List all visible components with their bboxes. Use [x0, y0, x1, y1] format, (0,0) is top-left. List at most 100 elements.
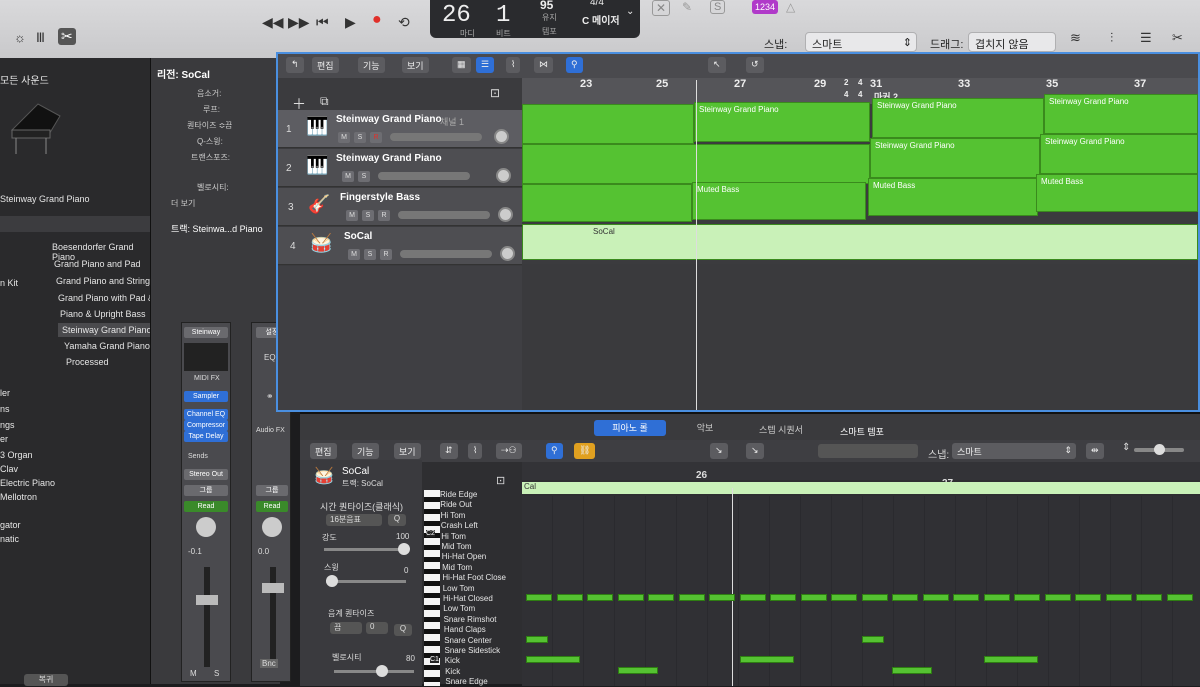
category-item[interactable]: Electric Piano — [0, 478, 55, 488]
library-item[interactable]: Piano & Upright Bass — [60, 309, 160, 319]
region-view-icon[interactable]: ⊡ — [490, 86, 500, 100]
track-header-1[interactable]: 1 🎹 Steinway Grand Piano 채널 1 M S R — [278, 110, 522, 148]
forward-icon[interactable]: ▶▶ — [288, 14, 310, 31]
zoom-thumb[interactable] — [1154, 444, 1165, 455]
midi-region[interactable] — [522, 104, 694, 144]
edit-menu[interactable]: 편집 — [310, 443, 337, 459]
track-name[interactable]: Fingerstyle Bass — [340, 192, 420, 203]
snap-select[interactable]: 스마트 ⇕ — [805, 32, 917, 52]
midi-region[interactable]: Muted Bass — [868, 178, 1038, 216]
function-menu[interactable]: 기능 — [358, 57, 385, 73]
record-enable-button[interactable]: R — [370, 132, 382, 143]
back-icon[interactable]: ↰ — [286, 57, 304, 73]
volume-fader[interactable] — [196, 595, 218, 605]
solo-button[interactable]: S — [214, 669, 219, 678]
swing-slider[interactable] — [326, 580, 406, 583]
editor-ruler[interactable]: 26 27 — [522, 462, 1200, 489]
play-icon[interactable]: ▶ — [345, 14, 356, 31]
quantize-select[interactable]: 16분음표 — [326, 514, 382, 526]
category-item[interactable]: ns — [0, 404, 10, 414]
scissors-icon[interactable]: ✂ — [58, 28, 76, 45]
library-item[interactable]: Grand Piano and Pad — [54, 259, 154, 269]
library-header[interactable]: 모든 사운드 — [0, 72, 49, 87]
category-item[interactable]: ngs — [0, 420, 15, 430]
midi-note[interactable] — [556, 594, 583, 601]
track-title[interactable]: 트랙: Steinwa...d Piano — [171, 222, 263, 235]
group-slot[interactable]: 그룹 — [256, 485, 288, 496]
midi-note[interactable] — [953, 594, 979, 601]
more-label[interactable]: 더 보기 — [171, 198, 195, 209]
midi-note[interactable] — [800, 594, 827, 601]
midi-note[interactable] — [861, 635, 884, 643]
view-menu[interactable]: 보기 — [402, 57, 429, 73]
drum-lane-label[interactable]: Ride Edge — [440, 490, 477, 500]
midi-fx-label[interactable]: MIDI FX — [194, 375, 220, 382]
midi-note[interactable] — [1044, 594, 1071, 601]
waveform-icon[interactable]: ≋ — [1070, 30, 1081, 46]
scale-offset[interactable]: 0 — [366, 622, 388, 634]
drum-lane-label[interactable]: Hi-Hat Closed — [443, 594, 493, 604]
midi-note[interactable] — [739, 656, 794, 664]
group-slot[interactable]: 그룹 — [184, 485, 228, 496]
midi-note[interactable] — [526, 594, 552, 601]
link-icon[interactable]: ⚭ — [266, 391, 274, 402]
midi-note[interactable] — [922, 594, 949, 601]
solo-button[interactable]: S — [358, 171, 370, 182]
midi-in-icon[interactable]: ⇢⚇ — [496, 443, 522, 459]
tab-score[interactable]: 악보 — [670, 420, 740, 436]
playhead[interactable] — [732, 488, 733, 686]
track-canvas-empty[interactable] — [522, 264, 1198, 410]
midi-note[interactable] — [1136, 594, 1162, 601]
fit-icon[interactable]: ⇹ — [1086, 443, 1104, 459]
volume-slider[interactable] — [378, 172, 470, 180]
drum-lane-label[interactable]: Snare Rimshot — [444, 615, 497, 625]
mute-button[interactable]: M — [342, 171, 354, 182]
drum-lane-label[interactable]: Snare Sidestick — [445, 646, 501, 656]
midi-note[interactable] — [1014, 594, 1040, 601]
category-item[interactable]: n Kit — [0, 278, 18, 288]
midi-note[interactable] — [1166, 594, 1193, 601]
chevron-down-icon[interactable]: ⌄ — [626, 6, 634, 17]
automation-slot[interactable]: Read — [184, 501, 228, 512]
drum-lane-label[interactable]: Kick — [445, 656, 460, 666]
go-to-start-icon[interactable]: ⏮ — [316, 14, 329, 31]
drum-lane-label[interactable]: Hand Claps — [444, 625, 486, 635]
tab-step-sequencer[interactable]: 스텝 시퀀서 — [744, 422, 818, 438]
midi-note[interactable] — [709, 594, 735, 601]
midi-note[interactable] — [861, 594, 888, 601]
catch-icon[interactable]: ⚲ — [546, 443, 563, 459]
secondary-tool-icon[interactable]: ↘ — [746, 443, 764, 459]
tab-smart-tempo[interactable]: 스마트 템포 — [822, 424, 902, 440]
midi-note[interactable] — [1075, 594, 1101, 601]
pan-knob[interactable] — [496, 168, 511, 183]
velocity-slider[interactable] — [334, 670, 414, 673]
quantize-value[interactable]: 끔 — [225, 120, 232, 131]
midi-region[interactable]: Muted Bass — [692, 182, 866, 220]
category-item[interactable]: 3 Organ — [0, 450, 33, 460]
tab-piano-roll[interactable]: 피아노 롤 — [594, 420, 666, 436]
midi-region[interactable]: Steinway Grand Piano — [1044, 94, 1198, 134]
solo-button[interactable]: S — [364, 249, 376, 260]
midi-note[interactable] — [831, 594, 857, 601]
drummer-region[interactable]: SoCal — [522, 224, 1198, 260]
warning-icon[interactable]: △ — [786, 0, 795, 14]
strength-slider[interactable] — [324, 548, 404, 551]
revert-button[interactable]: 복귀 — [24, 674, 68, 686]
view-menu[interactable]: 보기 — [394, 443, 421, 459]
mute-button[interactable]: M — [346, 210, 358, 221]
drum-lane-label[interactable]: Crash Left — [441, 521, 478, 531]
record-icon[interactable]: ● — [372, 11, 382, 29]
category-item[interactable]: natic — [0, 534, 19, 544]
midi-region[interactable]: Steinway Grand Piano — [872, 98, 1044, 138]
midi-region[interactable]: Muted Bass — [1036, 174, 1198, 212]
snap-select[interactable]: 스마트 ⇕ — [952, 443, 1076, 459]
secondary-tool-icon[interactable]: ↺ — [746, 57, 764, 73]
category-item[interactable]: Clav — [0, 464, 18, 474]
pan-knob[interactable] — [494, 129, 509, 144]
scale-quantize-button[interactable]: Q — [394, 624, 412, 636]
fx-slot[interactable]: Channel EQ — [184, 409, 228, 420]
mute-button[interactable]: M — [348, 249, 360, 260]
track-header-3[interactable]: 3 🎸 Fingerstyle Bass M S R — [278, 188, 522, 226]
duplicate-track-icon[interactable]: ⧉ — [320, 94, 329, 109]
midi-note[interactable] — [1105, 594, 1132, 601]
